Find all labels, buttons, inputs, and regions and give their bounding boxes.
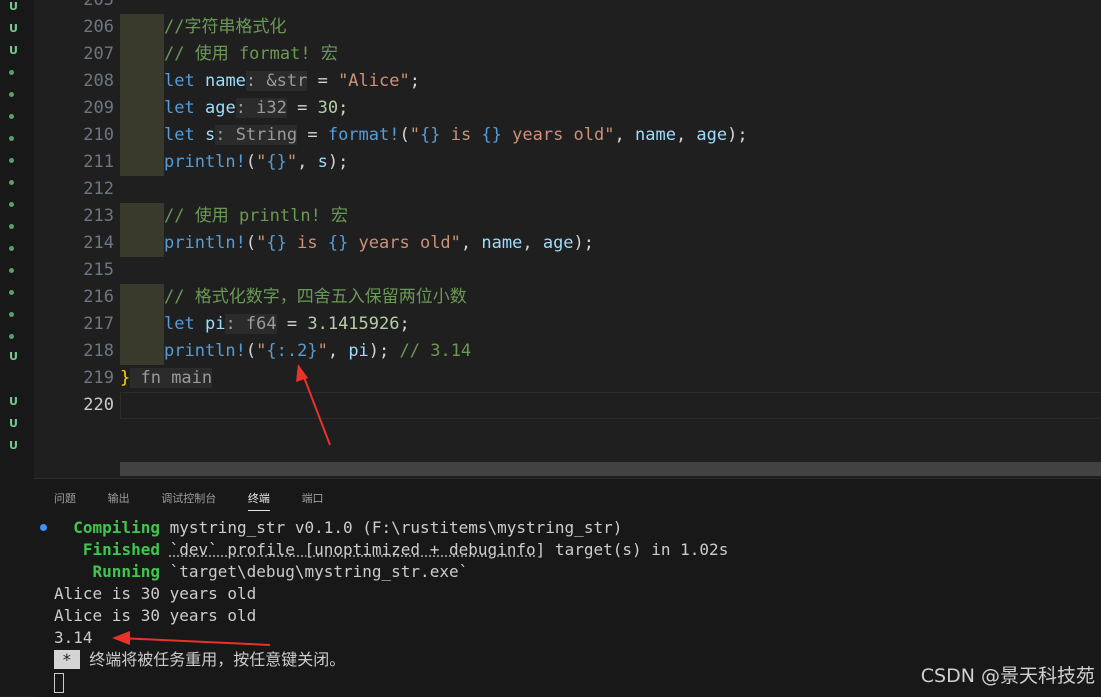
arrow-line-lower: [119, 637, 271, 646]
annotation-arrows: [112, 364, 331, 646]
arrow-line-upper: [301, 371, 331, 446]
arrow-head-upper: [296, 364, 308, 382]
arrow-head-lower: [112, 631, 130, 645]
